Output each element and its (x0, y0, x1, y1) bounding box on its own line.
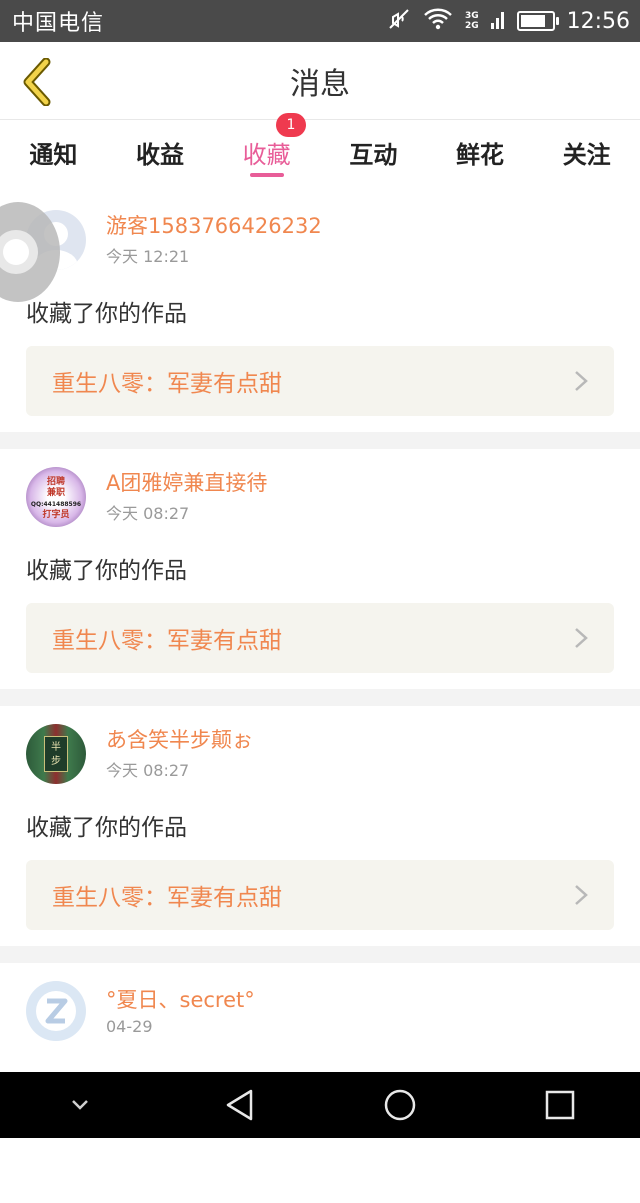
tab-interaction[interactable]: 互动 (320, 121, 427, 181)
user-name[interactable]: あ含笑半步颠ぉ (106, 727, 253, 753)
wifi-icon (423, 7, 453, 35)
avatar[interactable]: 招聘 兼职 QQ:441488596 打字员 (26, 467, 86, 527)
battery-icon (516, 11, 559, 31)
nav-recent-button[interactable] (530, 1075, 590, 1135)
timestamp: 今天 08:27 (106, 504, 190, 523)
timestamp: 04-29 (106, 1016, 153, 1036)
carrier-label: 中国电信 (12, 11, 105, 36)
work-link[interactable]: 重生八零：军妻有点甜 (26, 346, 614, 416)
work-title: 重生八零：军妻有点甜 (52, 885, 282, 911)
timestamp: 今天 12:21 (106, 247, 190, 266)
chevron-right-icon (575, 628, 588, 648)
timestamp: 今天 08:27 (106, 761, 190, 780)
nav-home-button[interactable] (370, 1075, 430, 1135)
work-link[interactable]: 重生八零：军妻有点甜 (26, 860, 614, 930)
tab-income[interactable]: 收益 (107, 121, 214, 181)
divider (0, 946, 640, 963)
square-recent-icon (545, 1090, 575, 1120)
unread-badge: 1 (276, 113, 307, 137)
back-button[interactable] (12, 54, 62, 110)
divider (0, 689, 640, 706)
nav-hide-button[interactable] (50, 1075, 110, 1135)
list-item: 招聘 兼职 QQ:441488596 打字员 A团雅婷兼直接待 今天 08:27… (0, 449, 640, 689)
avatar[interactable] (26, 981, 86, 1041)
work-title: 重生八零：军妻有点甜 (52, 371, 282, 397)
user-name[interactable]: A团雅婷兼直接待 (106, 470, 267, 496)
list-item: 游客1583766426232 今天 12:21 收藏了你的作品 重生八零：军妻… (0, 192, 640, 432)
user-name[interactable]: 游客1583766426232 (106, 213, 322, 239)
mute-icon (387, 7, 411, 35)
user-name[interactable]: °夏日、secret° (106, 987, 255, 1013)
tab-bar: 通知 收益 收藏 1 互动 鲜花 关注 (0, 113, 640, 181)
tab-notice[interactable]: 通知 (0, 121, 107, 181)
avatar[interactable]: 半 步 (26, 724, 86, 784)
message-list: 游客1583766426232 今天 12:21 收藏了你的作品 重生八零：军妻… (0, 192, 640, 1203)
tab-flowers[interactable]: 鲜花 (427, 121, 534, 181)
tab-favorites[interactable]: 收藏 1 (213, 113, 320, 181)
status-icons: 3G 2G 12:56 (387, 7, 630, 35)
message-text: 收藏了你的作品 (26, 301, 187, 327)
status-bar: 中国电信 3G 2G 12:56 (0, 0, 640, 42)
list-item: 半 步 あ含笑半步颠ぉ 今天 08:27 收藏了你的作品 重生八零：军妻有点甜 (0, 706, 640, 946)
network-type: 3G 2G (464, 11, 479, 31)
chevron-right-icon (575, 371, 588, 391)
floating-touch-button[interactable] (0, 202, 62, 302)
message-text: 收藏了你的作品 (26, 558, 187, 584)
qq-icon (36, 991, 76, 1031)
triangle-back-icon (226, 1089, 253, 1121)
circle-home-icon (384, 1089, 416, 1121)
top-bar: 消息 (0, 42, 640, 120)
work-link[interactable]: 重生八零：军妻有点甜 (26, 603, 614, 673)
chevron-down-icon (72, 1100, 88, 1110)
nav-back-button[interactable] (210, 1075, 270, 1135)
chevron-left-icon (23, 58, 51, 106)
chevron-right-icon (575, 885, 588, 905)
tab-follow[interactable]: 关注 (533, 121, 640, 181)
message-text: 收藏了你的作品 (26, 815, 187, 841)
work-title: 重生八零：军妻有点甜 (52, 628, 282, 654)
assistive-touch-icon (0, 202, 60, 302)
clock: 12:56 (566, 8, 630, 34)
system-nav-bar (0, 1072, 640, 1138)
signal-icon (490, 9, 505, 33)
page-title: 消息 (290, 66, 350, 102)
divider (0, 432, 640, 449)
